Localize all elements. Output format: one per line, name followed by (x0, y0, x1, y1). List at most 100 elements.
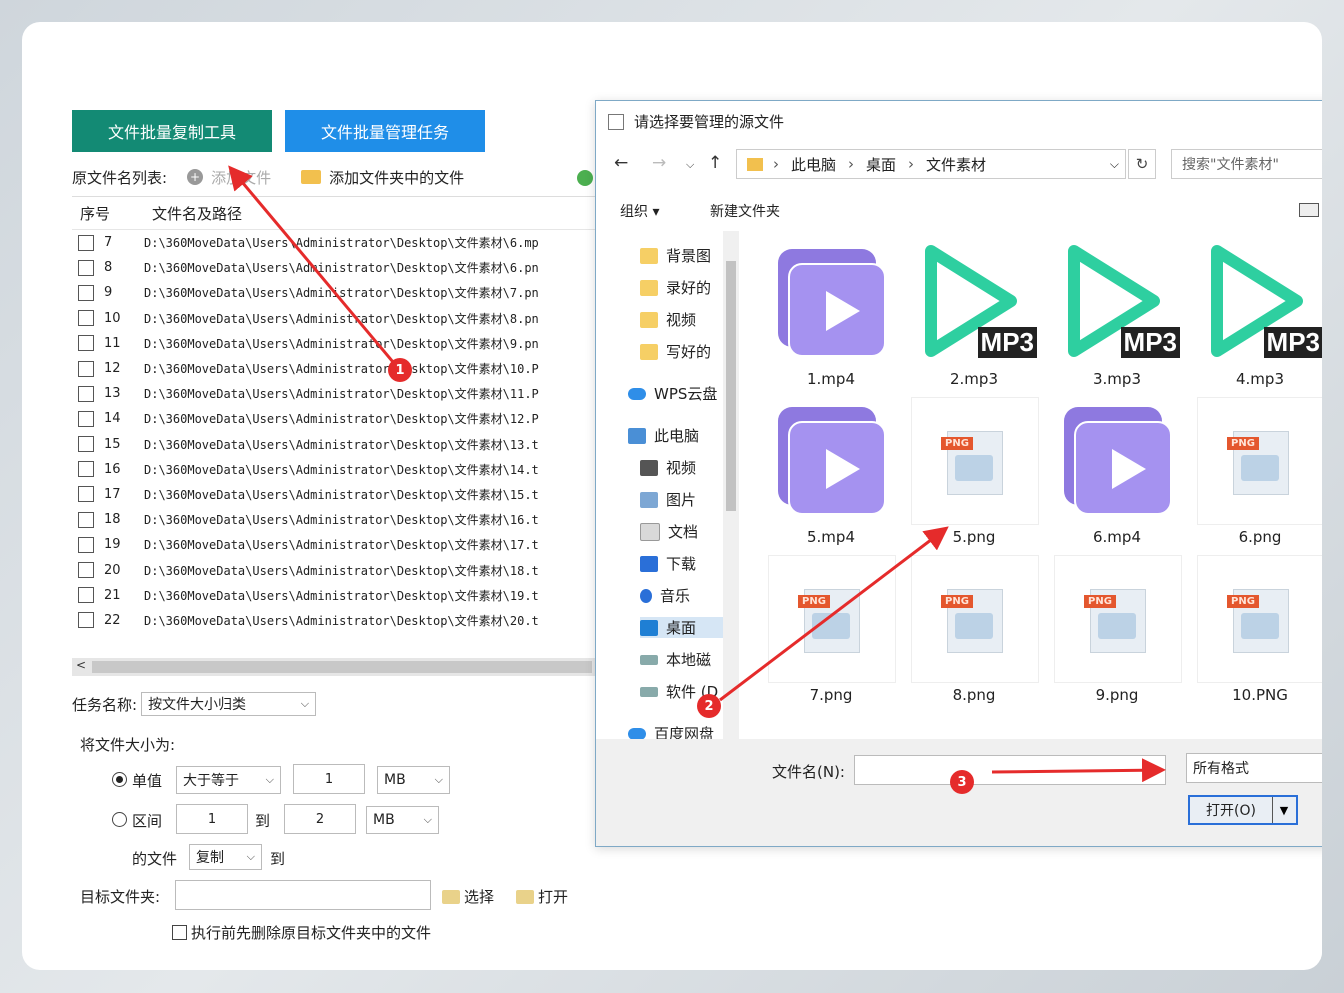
row-checkbox[interactable] (78, 612, 94, 629)
file-item[interactable]: PNG 10.PNG (1195, 555, 1322, 705)
range-to-input[interactable]: 2 (284, 804, 356, 834)
file-item[interactable]: PNG 8.png (909, 555, 1039, 705)
file-item[interactable]: PNG 5.png (909, 397, 1039, 547)
scrollbar-thumb[interactable] (726, 261, 736, 511)
scroll-left-icon[interactable]: < (76, 658, 86, 672)
single-value-radio[interactable] (112, 772, 127, 791)
file-item[interactable]: 1.mp4 (766, 239, 896, 389)
file-item[interactable]: PNG 9.png (1052, 555, 1182, 705)
single-unit-select[interactable]: MB ⌵ (377, 766, 450, 794)
table-row[interactable]: 16 D:\360MoveData\Users\Administrator\Des… (72, 457, 597, 482)
add-file-button[interactable]: + 添加文件 (187, 167, 271, 188)
row-checkbox[interactable] (78, 436, 94, 453)
table-row[interactable]: 20 D:\360MoveData\Users\Administrator\Des… (72, 557, 597, 582)
row-checkbox[interactable] (78, 486, 94, 503)
new-folder-button[interactable]: 新建文件夹 (710, 201, 780, 221)
table-row[interactable]: 9 D:\360MoveData\Users\Administrator\Desk… (72, 280, 597, 305)
nav-item[interactable]: 写好的 (640, 341, 711, 362)
chevron-down-icon[interactable]: ⌵ (1150, 762, 1159, 777)
file-item[interactable]: MP3 3.mp3 (1052, 239, 1182, 389)
nav-item[interactable]: 背景图 (640, 245, 711, 266)
back-arrow-icon[interactable]: ← (614, 153, 628, 173)
nav-item[interactable]: 音乐 (640, 585, 690, 606)
action-select[interactable]: 复制 ⌵ (189, 844, 262, 870)
open-button[interactable]: 打开(O) ▼ (1188, 795, 1298, 825)
address-bar[interactable]: › 此电脑 › 桌面 › 文件素材 ⌵ (736, 149, 1126, 179)
file-item[interactable]: PNG 7.png (766, 555, 896, 705)
nav-item[interactable]: 视频 (640, 309, 696, 330)
forward-arrow-icon[interactable]: → (652, 153, 666, 173)
up-arrow-icon[interactable]: ↑ (708, 153, 722, 173)
file-type-select[interactable]: 所有格式 (1186, 753, 1322, 783)
file-item[interactable]: MP3 2.mp3 (909, 239, 1039, 389)
table-row[interactable]: 13 D:\360MoveData\Users\Administrator\Des… (72, 381, 597, 406)
row-checkbox[interactable] (78, 385, 94, 402)
chevron-down-icon[interactable]: ⌵ (1110, 157, 1119, 172)
navigation-scrollbar[interactable] (723, 231, 739, 739)
nav-item[interactable]: 视频 (640, 457, 696, 478)
table-row[interactable]: 10 D:\360MoveData\Users\Administrator\Des… (72, 306, 597, 331)
table-row[interactable]: 7 D:\360MoveData\Users\Administrator\Desk… (72, 230, 597, 255)
file-item[interactable]: PNG 6.png (1195, 397, 1322, 547)
task-name-select[interactable]: 按文件大小归类 ⌵ (141, 692, 317, 716)
file-item[interactable]: 6.mp4 (1052, 397, 1182, 547)
table-row[interactable]: 22 D:\360MoveData\Users\Administrator\Des… (72, 608, 597, 633)
table-row[interactable]: 21 D:\360MoveData\Users\Administrator\Des… (72, 583, 597, 608)
view-toggle-icon[interactable] (1299, 203, 1319, 217)
row-checkbox[interactable] (78, 562, 94, 579)
open-folder-button[interactable]: 打开 (516, 886, 568, 907)
row-checkbox[interactable] (78, 536, 94, 553)
organize-button[interactable]: 组织 ▾ (620, 201, 659, 221)
open-dropdown-icon[interactable]: ▼ (1272, 797, 1295, 823)
table-row[interactable]: 18 D:\360MoveData\Users\Administrator\Des… (72, 507, 597, 532)
check-icon[interactable] (577, 170, 593, 186)
row-checkbox[interactable] (78, 310, 94, 327)
table-row[interactable]: 11 D:\360MoveData\Users\Administrator\Des… (72, 331, 597, 356)
single-value-input[interactable]: 1 (293, 764, 365, 794)
filename-input[interactable]: ⌵ (854, 755, 1166, 785)
table-row[interactable]: 8 D:\360MoveData\Users\Administrator\Desk… (72, 255, 597, 280)
row-checkbox[interactable] (78, 234, 94, 251)
row-checkbox[interactable] (78, 410, 94, 427)
file-item[interactable]: 5.mp4 (766, 397, 896, 547)
single-compare-select[interactable]: 大于等于 ⌵ (176, 766, 281, 794)
range-from-input[interactable]: 1 (176, 804, 248, 834)
recent-chevron-icon[interactable]: ⌵ (686, 158, 694, 172)
row-checkbox[interactable] (78, 511, 94, 528)
nav-item[interactable]: 桌面 (640, 617, 724, 638)
nav-item[interactable]: 本地磁 (640, 649, 711, 670)
horizontal-scrollbar[interactable]: < (72, 658, 597, 676)
row-checkbox[interactable] (78, 461, 94, 478)
table-row[interactable]: 19 D:\360MoveData\Users\Administrator\Des… (72, 532, 597, 557)
file-item[interactable]: MP3 4.mp3 (1195, 239, 1322, 389)
row-checkbox[interactable] (78, 284, 94, 301)
breadcrumb-material[interactable]: 文件素材 (926, 154, 986, 175)
breadcrumb-desktop[interactable]: 桌面 (866, 154, 896, 175)
nav-item[interactable]: 图片 (640, 489, 696, 510)
nav-item[interactable]: WPS云盘 (628, 383, 717, 404)
breadcrumb-this-pc[interactable]: 此电脑 (791, 154, 836, 175)
search-input[interactable]: 搜索"文件素材" (1171, 149, 1322, 179)
refresh-icon[interactable]: ↻ (1128, 149, 1156, 179)
row-checkbox[interactable] (78, 335, 94, 352)
row-checkbox[interactable] (78, 259, 94, 276)
table-row[interactable]: 14 D:\360MoveData\Users\Administrator\Des… (72, 406, 597, 431)
range-radio[interactable] (112, 812, 127, 831)
table-row[interactable]: 17 D:\360MoveData\Users\Administrator\Des… (72, 482, 597, 507)
tab-file-copy-tool[interactable]: 文件批量复制工具 (72, 110, 272, 152)
nav-item[interactable]: 文档 (640, 521, 698, 542)
range-unit-select[interactable]: MB ⌵ (366, 806, 439, 834)
nav-item[interactable]: 此电脑 (628, 425, 699, 446)
add-folder-files-button[interactable]: 添加文件夹中的文件 (301, 167, 464, 188)
table-row[interactable]: 12 D:\360MoveData\Users\Administrator\Des… (72, 356, 597, 381)
row-checkbox[interactable] (78, 360, 94, 377)
target-folder-input[interactable] (175, 880, 431, 910)
choose-folder-button[interactable]: 选择 (442, 886, 494, 907)
nav-item[interactable]: 录好的 (640, 277, 711, 298)
row-checkbox[interactable] (78, 587, 94, 604)
table-row[interactable]: 15 D:\360MoveData\Users\Administrator\Des… (72, 432, 597, 457)
clear-target-checkbox[interactable]: 执行前先删除原目标文件夹中的文件 (172, 922, 431, 943)
scrollbar-thumb[interactable] (92, 661, 592, 673)
nav-item[interactable]: 下载 (640, 553, 696, 574)
tab-file-manage-task[interactable]: 文件批量管理任务 (285, 110, 485, 152)
